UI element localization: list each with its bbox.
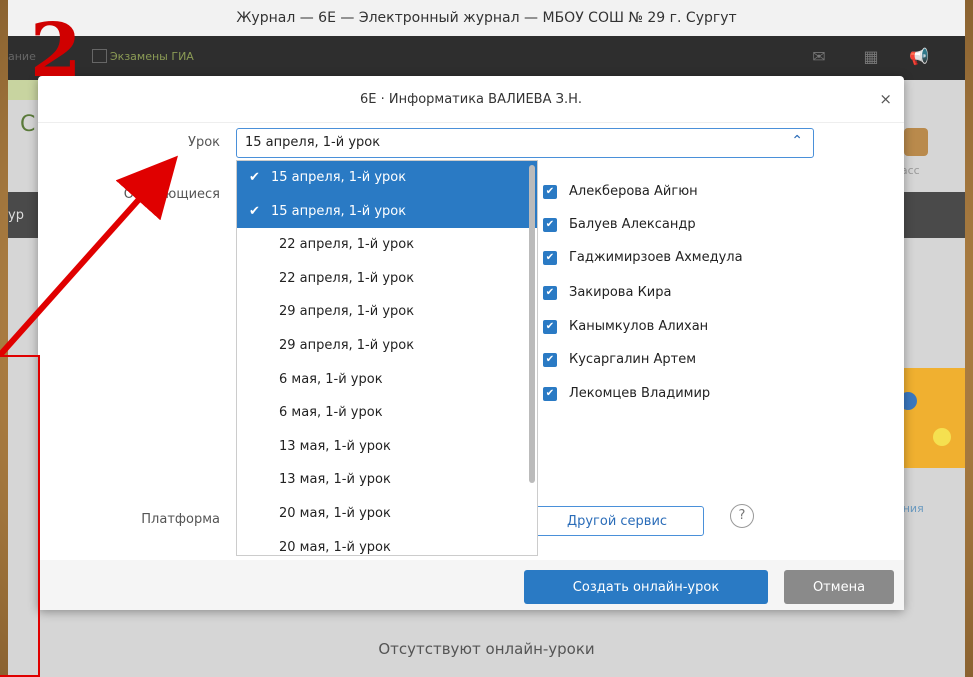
lesson-select-value: 15 апреля, 1-й урок: [245, 135, 381, 150]
lesson-option-label: 22 апреля, 1-й урок: [279, 270, 415, 286]
lesson-options: ✔ 15 апреля, 1-й урок ✔ 15 апреля, 1-й урок…: [237, 161, 537, 555]
dialog-footer: [38, 560, 904, 610]
lesson-option-label: 15 апреля, 1-й урок: [271, 203, 407, 219]
no-lessons-message: Отсутствуют онлайн-уроки: [378, 640, 595, 658]
lesson-option[interactable]: 6 мая, 1-й урок: [237, 396, 537, 430]
chevron-up-icon: ⌃: [791, 133, 803, 149]
dialog-title: 6Е · Информатика ВАЛИЕВА З.Н.: [38, 76, 904, 123]
lesson-dropdown: ✔ 15 апреля, 1-й урок ✔ 15 апреля, 1-й урок…: [236, 160, 538, 556]
lesson-select[interactable]: 15 апреля, 1-й урок ⌃: [236, 128, 814, 158]
lesson-option[interactable]: 22 апреля, 1-й урок: [237, 228, 537, 262]
lesson-option-label: 29 апреля, 1-й урок: [279, 337, 415, 353]
checkbox-checked-icon[interactable]: ✔: [543, 250, 557, 265]
close-icon[interactable]: ×: [879, 90, 892, 108]
lesson-label: Урок: [188, 135, 220, 150]
lesson-option[interactable]: 13 мая, 1-й урок: [237, 463, 537, 497]
lesson-option-label: 29 апреля, 1-й урок: [279, 304, 415, 320]
lesson-option[interactable]: 22 апреля, 1-й урок: [237, 262, 537, 296]
student-item[interactable]: ✔ Закирова Кира: [543, 285, 671, 300]
checkbox-checked-icon[interactable]: ✔: [543, 386, 557, 401]
lesson-option[interactable]: 29 апреля, 1-й урок: [237, 295, 537, 329]
other-service-button[interactable]: Другой сервис: [530, 506, 704, 536]
lesson-option-label: 13 мая, 1-й урок: [279, 438, 391, 454]
students-label: Обучающиеся: [123, 187, 220, 202]
logo-fragment: C: [20, 112, 36, 137]
lesson-option-label: 20 мая, 1-й урок: [279, 539, 391, 555]
help-icon[interactable]: ?: [730, 504, 754, 528]
student-item[interactable]: ✔ Лекомцев Владимир: [543, 386, 710, 401]
strip-text-fragment: ур: [8, 208, 24, 223]
exam-icon: [92, 49, 107, 63]
lesson-option[interactable]: 6 мая, 1-й урок: [237, 363, 537, 397]
nav-tab-exams[interactable]: Экзамены ГИА: [110, 50, 194, 63]
lesson-option[interactable]: 20 мая, 1-й урок: [237, 497, 537, 531]
lesson-option-label: 6 мая, 1-й урок: [279, 405, 383, 421]
lesson-option[interactable]: 20 мая, 1-й урок: [237, 531, 537, 555]
student-item[interactable]: ✔ Гаджимирзоев Ахмедула: [543, 250, 743, 265]
platform-label: Платформа: [141, 512, 220, 527]
lesson-option[interactable]: ✔ 15 апреля, 1-й урок: [237, 161, 537, 195]
create-online-lesson-button[interactable]: Создать онлайн-урок: [524, 570, 768, 604]
create-lesson-dialog: 6Е · Информатика ВАЛИЕВА З.Н. × Урок 15 …: [38, 76, 904, 610]
screen: Журнал — 6Е — Электронный журнал — МБОУ …: [8, 0, 965, 677]
lesson-option[interactable]: 13 мая, 1-й урок: [237, 430, 537, 464]
calendar-icon[interactable]: ▦: [860, 46, 882, 68]
class-avatar[interactable]: [904, 128, 928, 156]
student-item[interactable]: ✔ Кусаргалин Артем: [543, 352, 696, 367]
annotation-number: 2: [30, 8, 82, 94]
checkbox-checked-icon[interactable]: ✔: [543, 217, 557, 232]
top-navigation: ание Экзамены ГИА ✉ ▦ 📢: [8, 36, 965, 80]
lesson-option-label: 13 мая, 1-й урок: [279, 472, 391, 488]
cancel-button[interactable]: Отмена: [784, 570, 894, 604]
lesson-option-label: 22 апреля, 1-й урок: [279, 237, 415, 253]
annotation-box: [0, 355, 40, 677]
window-title: Журнал — 6Е — Электронный журнал — МБОУ …: [8, 0, 965, 36]
promo-dot: [933, 428, 951, 446]
megaphone-icon[interactable]: 📢: [908, 46, 930, 68]
lesson-option[interactable]: 29 апреля, 1-й урок: [237, 329, 537, 363]
check-icon: ✔: [249, 203, 260, 219]
checkbox-checked-icon[interactable]: ✔: [543, 319, 557, 334]
lesson-option[interactable]: ✔ 15 апреля, 1-й урок: [237, 194, 537, 229]
lesson-option-label: 15 апреля, 1-й урок: [271, 170, 407, 185]
lesson-option-label: 6 мая, 1-й урок: [279, 371, 383, 387]
lesson-option-label: 20 мая, 1-й урок: [279, 505, 391, 521]
checkbox-checked-icon[interactable]: ✔: [543, 352, 557, 367]
mail-icon[interactable]: ✉: [808, 46, 830, 68]
student-item[interactable]: ✔ Канымкулов Алихан: [543, 319, 708, 334]
dropdown-scrollbar[interactable]: [529, 165, 535, 549]
checkbox-checked-icon[interactable]: ✔: [543, 285, 557, 300]
scrollbar-thumb[interactable]: [529, 165, 535, 483]
student-item[interactable]: ✔ Алекберова Айгюн: [543, 184, 698, 199]
student-item[interactable]: ✔ Балуев Александр: [543, 217, 696, 232]
check-icon: ✔: [249, 170, 260, 185]
checkbox-checked-icon[interactable]: ✔: [543, 184, 557, 199]
